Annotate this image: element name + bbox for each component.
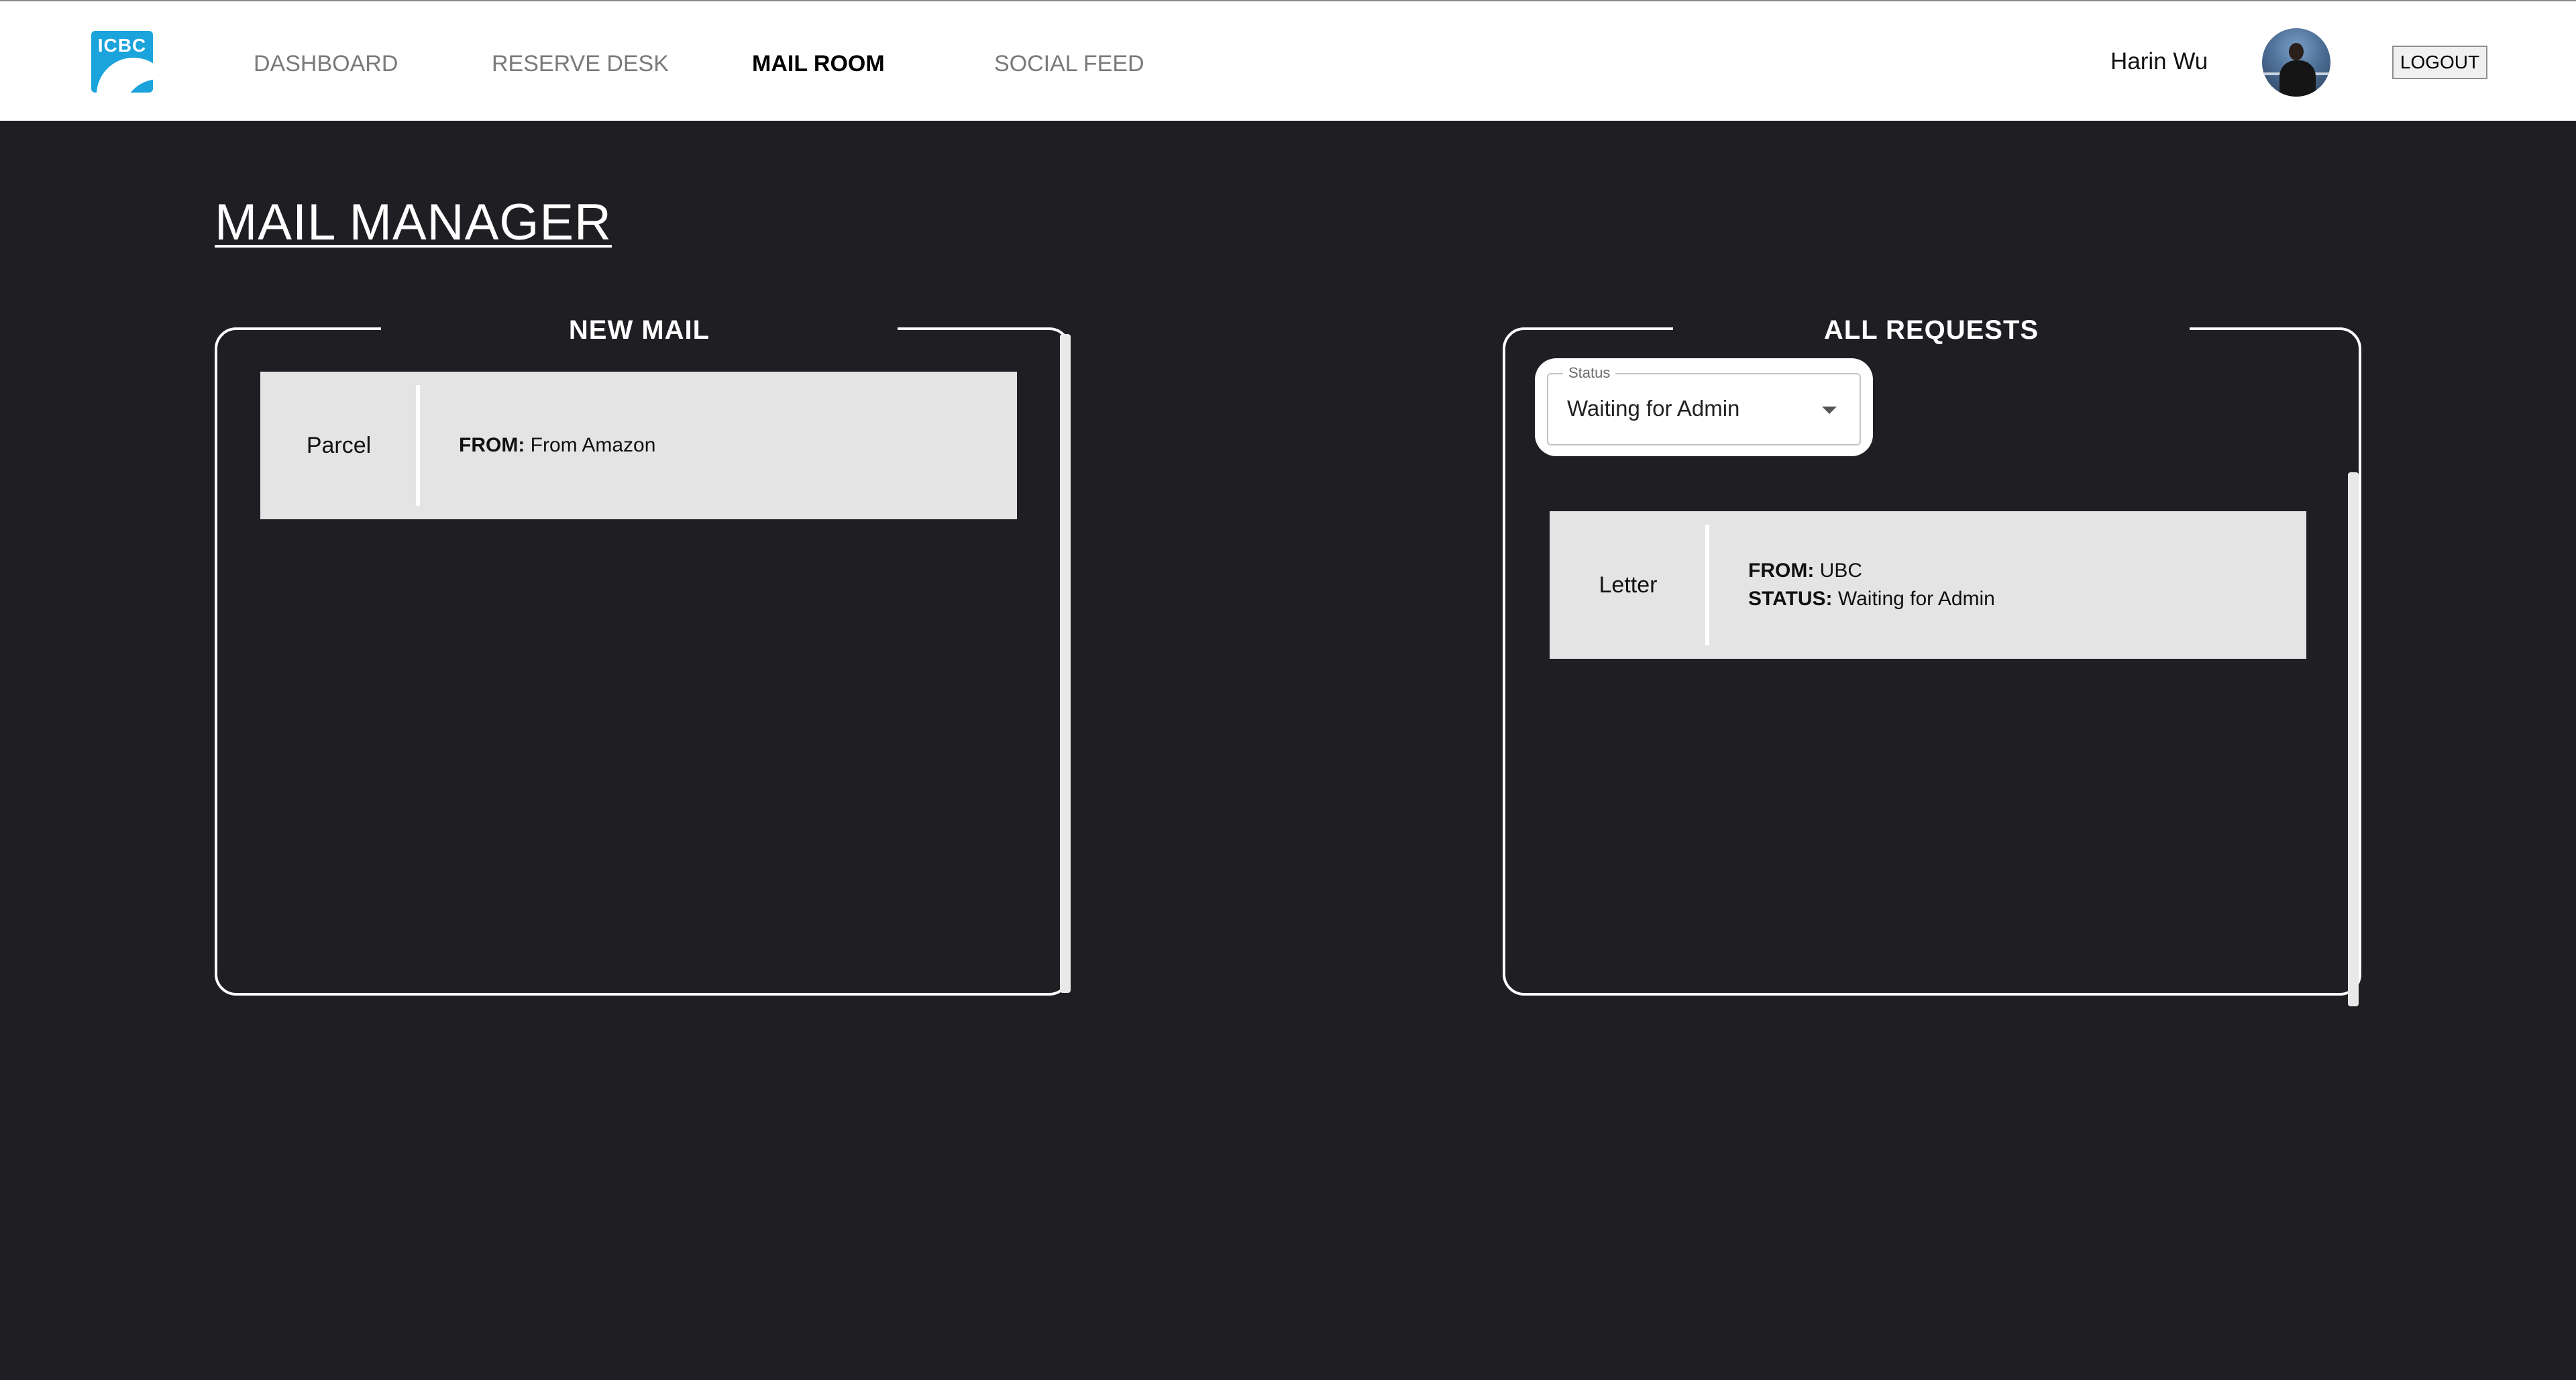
request-info: FROM: UBC STATUS: Waiting for Admin bbox=[1748, 511, 1995, 659]
from-label: FROM: bbox=[459, 434, 525, 456]
avatar-figure-head bbox=[2289, 43, 2304, 60]
avatar[interactable] bbox=[2262, 28, 2330, 97]
all-requests-panel: ALL REQUESTS Status Waiting for Admin Le… bbox=[1503, 317, 2361, 1006]
status-value: Waiting for Admin bbox=[1837, 588, 1995, 610]
from-value: UBC bbox=[1819, 560, 1862, 582]
new-mail-scrollbar[interactable] bbox=[1060, 334, 1071, 993]
status-filter-container: Status Waiting for Admin bbox=[1535, 358, 1873, 456]
status-select[interactable]: Status Waiting for Admin bbox=[1547, 365, 1861, 445]
nav-social-feed[interactable]: SOCIAL FEED bbox=[994, 51, 1144, 77]
nav-mail-room[interactable]: MAIL ROOM bbox=[752, 51, 885, 77]
mail-from-line: FROM: From Amazon bbox=[459, 431, 655, 460]
request-type: Letter bbox=[1599, 572, 1658, 598]
from-value: From Amazon bbox=[530, 434, 656, 456]
mail-info: FROM: From Amazon bbox=[459, 372, 655, 519]
page-title: MAIL MANAGER bbox=[215, 194, 612, 251]
status-select-value: Waiting for Admin bbox=[1567, 396, 1740, 421]
card-divider bbox=[416, 385, 420, 506]
nav-reserve-desk[interactable]: RESERVE DESK bbox=[492, 51, 669, 77]
top-nav-bar: ICBC DASHBOARD RESERVE DESK MAIL ROOM SO… bbox=[0, 0, 2576, 121]
all-requests-title: ALL REQUESTS bbox=[1673, 317, 2190, 343]
request-status-line: STATUS: Waiting for Admin bbox=[1748, 585, 1995, 613]
request-card[interactable]: Letter FROM: UBC STATUS: Waiting for Adm… bbox=[1550, 511, 2306, 659]
avatar-figure-body bbox=[2279, 60, 2316, 97]
new-mail-title: NEW MAIL bbox=[381, 317, 898, 343]
status-label: STATUS: bbox=[1748, 588, 1833, 610]
new-mail-panel: NEW MAIL Parcel FROM: From Amazon bbox=[215, 317, 1071, 996]
logo-text: ICBC bbox=[97, 35, 147, 56]
user-name: Harin Wu bbox=[2110, 48, 2208, 74]
chevron-down-icon[interactable] bbox=[1822, 407, 1837, 414]
mail-type: Parcel bbox=[306, 432, 372, 458]
icbc-logo[interactable]: ICBC bbox=[91, 31, 153, 93]
request-from-line: FROM: UBC bbox=[1748, 557, 1995, 585]
from-label: FROM: bbox=[1748, 560, 1815, 582]
logout-button[interactable]: LOGOUT bbox=[2392, 46, 2487, 79]
nav-dashboard[interactable]: DASHBOARD bbox=[254, 51, 398, 77]
all-requests-scrollbar[interactable] bbox=[2348, 472, 2359, 1006]
mail-card[interactable]: Parcel FROM: From Amazon bbox=[260, 372, 1017, 519]
status-select-label: Status bbox=[1563, 365, 1616, 381]
card-divider bbox=[1705, 525, 1709, 645]
